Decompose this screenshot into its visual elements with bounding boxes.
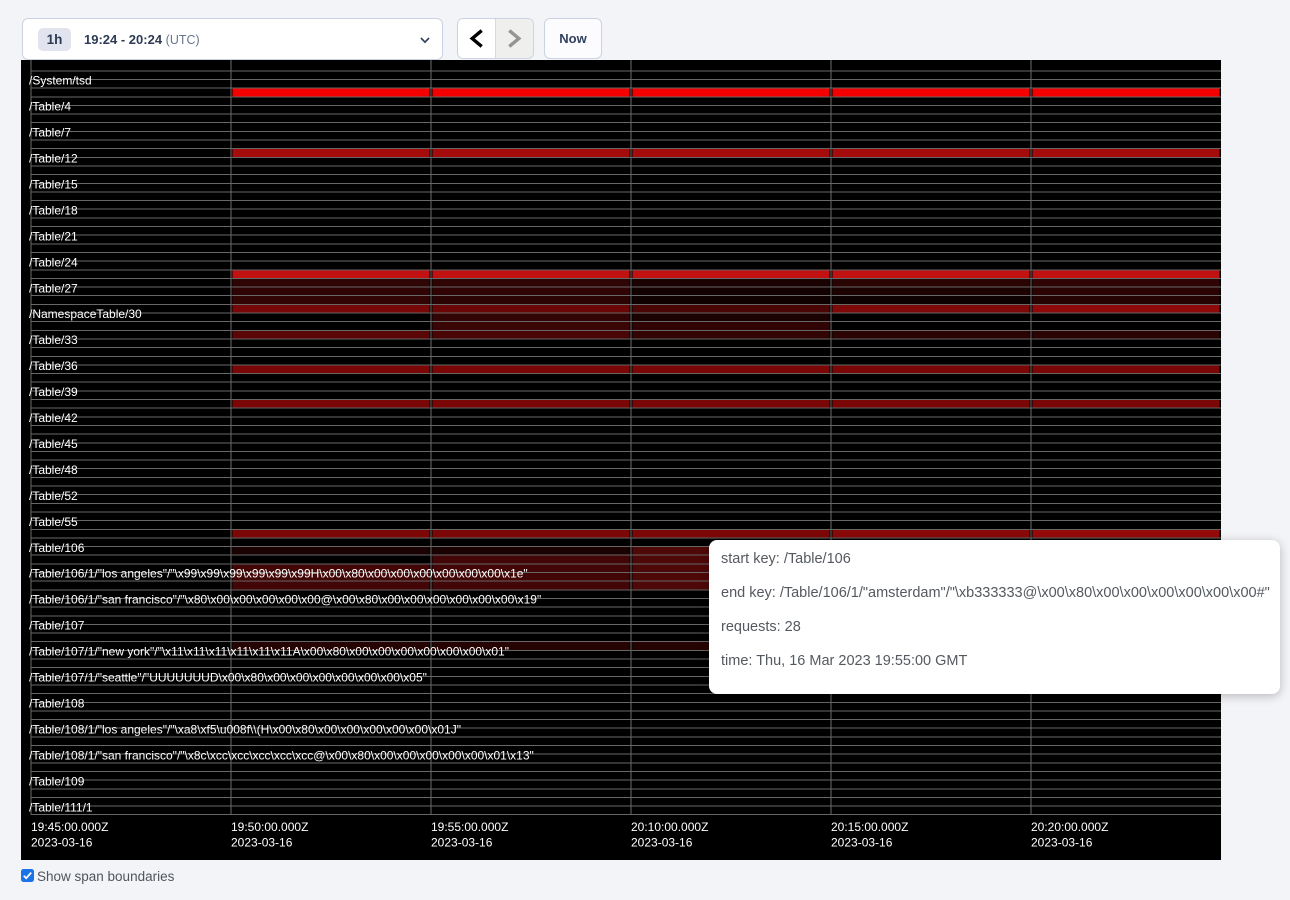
svg-text:/Table/12: /Table/12 bbox=[29, 152, 78, 166]
svg-text:/Table/27: /Table/27 bbox=[29, 281, 78, 295]
svg-text:/Table/42: /Table/42 bbox=[29, 411, 78, 425]
svg-text:/Table/4: /Table/4 bbox=[29, 100, 71, 114]
svg-text:/Table/52: /Table/52 bbox=[29, 489, 78, 503]
svg-text:/Table/109: /Table/109 bbox=[29, 774, 85, 788]
svg-text:/Table/45: /Table/45 bbox=[29, 437, 78, 451]
svg-text:19:50:00.000Z: 19:50:00.000Z bbox=[231, 820, 308, 834]
svg-text:/Table/106/1/"san francisco"/": /Table/106/1/"san francisco"/"\x80\x00\x… bbox=[29, 593, 541, 607]
svg-text:20:20:00.000Z: 20:20:00.000Z bbox=[1031, 820, 1108, 834]
svg-text:2023-03-16: 2023-03-16 bbox=[1031, 836, 1093, 850]
svg-text:/Table/33: /Table/33 bbox=[29, 333, 78, 347]
svg-text:19:55:00.000Z: 19:55:00.000Z bbox=[431, 820, 508, 834]
svg-text:2023-03-16: 2023-03-16 bbox=[231, 836, 293, 850]
svg-text:/Table/15: /Table/15 bbox=[29, 177, 78, 191]
svg-text:/Table/111/1: /Table/111/1 bbox=[29, 800, 93, 814]
svg-text:/Table/108/1/"los angeles"/"\x: /Table/108/1/"los angeles"/"\xa8\xf5\u00… bbox=[29, 722, 461, 736]
svg-text:20:15:00.000Z: 20:15:00.000Z bbox=[831, 820, 908, 834]
svg-text:/Table/108: /Table/108 bbox=[29, 696, 85, 710]
svg-text:/Table/55: /Table/55 bbox=[29, 515, 78, 529]
svg-text:/Table/106/1/"los angeles"/"\x: /Table/106/1/"los angeles"/"\x99\x99\x99… bbox=[29, 567, 528, 581]
svg-text:/Table/48: /Table/48 bbox=[29, 463, 78, 477]
svg-text:2023-03-16: 2023-03-16 bbox=[431, 836, 493, 850]
svg-text:20:10:00.000Z: 20:10:00.000Z bbox=[631, 820, 708, 834]
svg-text:2023-03-16: 2023-03-16 bbox=[31, 836, 93, 850]
svg-text:/NamespaceTable/30: /NamespaceTable/30 bbox=[29, 307, 142, 321]
svg-text:/Table/108/1/"san francisco"/": /Table/108/1/"san francisco"/"\x8c\xcc\x… bbox=[29, 748, 534, 762]
svg-text:/Table/107/1/"seattle"/"UUUUUU: /Table/107/1/"seattle"/"UUUUUUUD\x00\x80… bbox=[29, 671, 427, 685]
svg-text:2023-03-16: 2023-03-16 bbox=[831, 836, 893, 850]
svg-text:19:45:00.000Z: 19:45:00.000Z bbox=[31, 820, 108, 834]
svg-text:/Table/106: /Table/106 bbox=[29, 541, 85, 555]
svg-text:/Table/24: /Table/24 bbox=[29, 255, 78, 269]
svg-text:/Table/36: /Table/36 bbox=[29, 359, 78, 373]
svg-text:/Table/39: /Table/39 bbox=[29, 385, 78, 399]
svg-text:/Table/18: /Table/18 bbox=[29, 203, 78, 217]
svg-text:/Table/107: /Table/107 bbox=[29, 619, 85, 633]
svg-text:2023-03-16: 2023-03-16 bbox=[631, 836, 693, 850]
svg-text:/System/tsd: /System/tsd bbox=[29, 74, 92, 88]
svg-text:/Table/107/1/"new york"/"\x11\: /Table/107/1/"new york"/"\x11\x11\x11\x1… bbox=[29, 645, 509, 659]
svg-text:/Table/7: /Table/7 bbox=[29, 126, 71, 140]
svg-text:/Table/21: /Table/21 bbox=[29, 229, 78, 243]
